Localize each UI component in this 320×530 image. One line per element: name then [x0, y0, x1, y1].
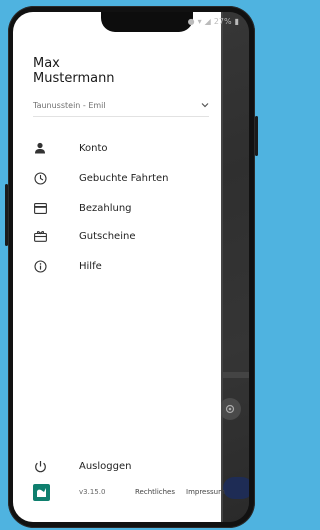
menu-item-gebuchte-fahrten[interactable]: Gebuchte Fahrten	[33, 168, 209, 188]
book-ride-button[interactable]	[223, 477, 249, 499]
legal-link[interactable]: Rechtliches	[135, 488, 175, 496]
info-icon	[33, 259, 47, 273]
logout-label: Ausloggen	[79, 460, 132, 472]
wifi-icon: ▾	[197, 17, 202, 26]
menu-label: Konto	[79, 142, 108, 154]
battery-icon: ▮	[234, 17, 239, 26]
side-button-left	[5, 184, 8, 246]
menu-item-bezahlung[interactable]: Bezahlung	[33, 198, 209, 218]
voucher-icon	[33, 229, 47, 243]
location-label: Taunusstein - Emil	[33, 100, 106, 110]
navigation-drawer: Max Mustermann Taunusstein - Emil Konto	[13, 12, 225, 522]
camera-notch	[101, 12, 193, 32]
menu-item-gutscheine[interactable]: Gutscheine	[33, 226, 209, 246]
map-road	[218, 372, 249, 378]
menu-label: Gutscheine	[79, 230, 136, 242]
menu-label: Bezahlung	[79, 202, 132, 214]
menu-label: Hilfe	[79, 260, 102, 272]
person-icon	[33, 141, 47, 155]
divider	[33, 116, 209, 117]
menu-label: Gebuchte Fahrten	[79, 172, 169, 184]
screen: ● ▾ ◢ 27% ▮ Max Mustermann Taunusstein -…	[13, 12, 249, 522]
drawer-footer: v3.15.0 Rechtliches Impressum	[33, 482, 225, 502]
status-bar: ● ▾ ◢ 27% ▮	[188, 17, 239, 26]
menu-item-konto[interactable]: Konto	[33, 138, 209, 158]
power-icon	[33, 459, 47, 473]
location-status-icon: ●	[187, 17, 195, 26]
menu-item-hilfe[interactable]: Hilfe	[33, 256, 209, 276]
logo-icon	[37, 487, 46, 497]
imprint-link[interactable]: Impressum	[186, 488, 225, 496]
logout-button[interactable]: Ausloggen	[33, 456, 209, 476]
app-version: v3.15.0	[79, 488, 106, 496]
credit-card-icon	[33, 201, 47, 215]
user-last-name: Mustermann	[33, 71, 115, 86]
gps-locate-button[interactable]	[219, 398, 241, 420]
user-first-name: Max	[33, 56, 60, 71]
app-logo	[33, 483, 50, 501]
location-selector[interactable]: Taunusstein - Emil	[33, 96, 209, 114]
chevron-down-icon	[201, 103, 209, 108]
crosshair-icon	[225, 404, 235, 414]
battery-level: 27%	[213, 17, 232, 26]
signal-icon: ◢	[204, 17, 211, 26]
side-button-right	[255, 116, 258, 156]
clock-icon	[33, 171, 47, 185]
user-name: Max Mustermann	[33, 56, 183, 86]
